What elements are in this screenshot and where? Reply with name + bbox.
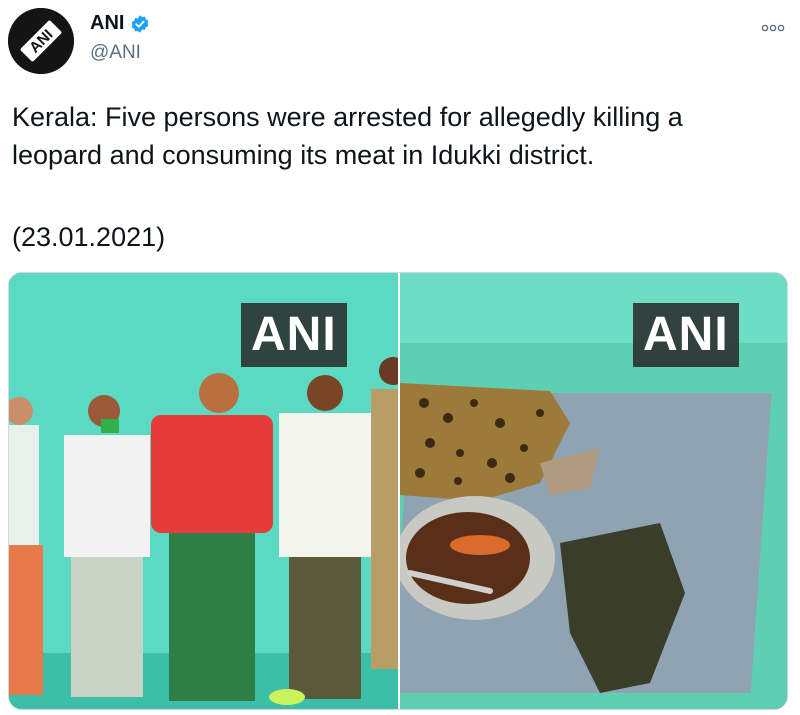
avatar[interactable]: ANI xyxy=(8,8,74,74)
account-name[interactable]: ANI xyxy=(90,12,150,35)
tweet-text: Kerala: Five persons were arrested for a… xyxy=(12,98,792,174)
tweet-header: ANI ANI @ANI xyxy=(0,0,800,90)
ani-logo-icon: ANI xyxy=(8,8,74,74)
photo-watermark-right: ANI xyxy=(633,303,739,367)
tweet-text-line-1: Kerala: Five persons were arrested for a… xyxy=(12,102,683,132)
tweet-text-line-2: leopard and consuming its meat in Idukki… xyxy=(12,140,595,170)
photo-watermark-left: ANI xyxy=(241,303,347,367)
more-options-icon xyxy=(761,24,785,32)
account-handle[interactable]: @ANI xyxy=(90,42,141,64)
tweet-date-text: (23.01.2021) xyxy=(12,222,166,252)
verified-badge-icon xyxy=(132,14,149,33)
tweet-media[interactable]: ANI ANI xyxy=(8,272,788,710)
more-options-button[interactable] xyxy=(758,18,788,38)
account-name-text: ANI xyxy=(90,12,125,34)
